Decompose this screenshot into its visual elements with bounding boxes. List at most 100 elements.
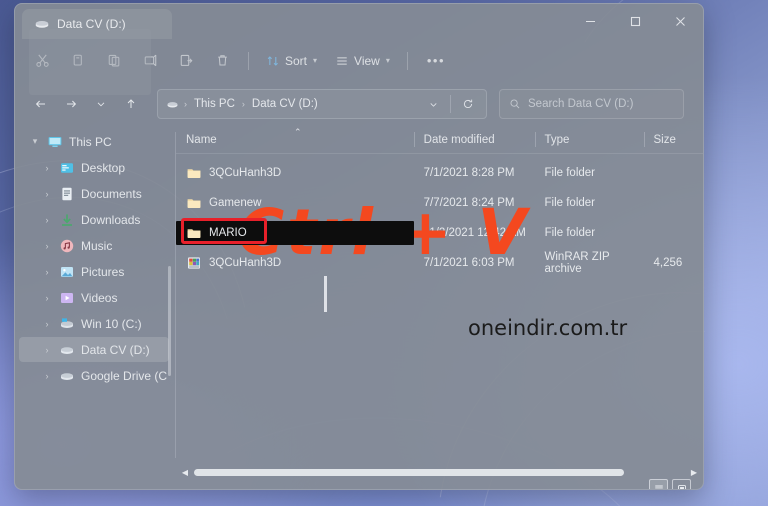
sidebar-item-label: Downloads bbox=[81, 212, 141, 227]
chevron-right-icon[interactable]: › bbox=[41, 345, 53, 355]
file-name: MARIO bbox=[209, 227, 247, 239]
delete-icon[interactable] bbox=[205, 46, 239, 76]
recent-locations-chevron-down-icon[interactable] bbox=[87, 90, 115, 118]
videos-icon bbox=[59, 290, 75, 306]
column-label: Date modified bbox=[423, 133, 495, 146]
chevron-right-icon[interactable]: › bbox=[41, 163, 53, 173]
chevron-right-icon[interactable]: › bbox=[41, 371, 53, 381]
chevron-right-icon[interactable]: › bbox=[41, 241, 53, 251]
toolbar-divider bbox=[406, 51, 408, 70]
more-options-button[interactable]: ••• bbox=[417, 53, 455, 68]
chevron-down-icon[interactable]: ▾ bbox=[29, 136, 41, 147]
up-arrow-icon[interactable] bbox=[117, 90, 145, 118]
paste-icon[interactable] bbox=[97, 46, 131, 76]
pc-icon bbox=[47, 134, 63, 150]
sidebar-item-data-cv-d[interactable]: › Data CV (D:) bbox=[19, 337, 169, 362]
sidebar-item-win-10-c[interactable]: › Win 10 (C:) bbox=[19, 311, 169, 336]
table-row[interactable]: 3QCuHanh3D 7/1/2021 8:28 PM File folder bbox=[176, 158, 703, 188]
column-header-size[interactable]: Size bbox=[643, 126, 703, 153]
watermark-text: oneindir.com.tr bbox=[468, 316, 628, 340]
documents-icon bbox=[59, 186, 75, 202]
column-header-date-modified[interactable]: Date modified bbox=[413, 126, 535, 153]
folder-icon bbox=[186, 225, 202, 241]
main-area: ▾ This PC › Desktop › Documents › Downlo… bbox=[15, 126, 703, 482]
breadcrumb-item-this-pc[interactable]: This PC bbox=[190, 98, 239, 110]
chevron-right-icon[interactable]: › bbox=[41, 215, 53, 225]
close-icon[interactable] bbox=[658, 4, 703, 38]
command-bar: Sort ▾ View ▾ ••• bbox=[15, 39, 703, 82]
sidebar-scrollbar[interactable] bbox=[168, 266, 171, 376]
archive-icon bbox=[186, 255, 202, 271]
view-toggle-group bbox=[649, 479, 691, 489]
large-icons-view-icon[interactable] bbox=[672, 479, 691, 489]
folder-icon bbox=[186, 165, 202, 181]
sidebar-item-pictures[interactable]: › Pictures bbox=[19, 259, 169, 284]
sidebar-item-downloads[interactable]: › Downloads bbox=[19, 207, 169, 232]
explorer-tab[interactable]: Data CV (D:) bbox=[22, 9, 172, 39]
status-divider bbox=[74, 488, 76, 489]
folder-icon bbox=[186, 195, 202, 211]
copy-icon[interactable] bbox=[61, 46, 95, 76]
back-arrow-icon[interactable] bbox=[27, 90, 55, 118]
search-input[interactable]: Search Data CV (D:) bbox=[499, 89, 684, 119]
cut-icon[interactable] bbox=[25, 46, 59, 76]
file-type-cell: File folder bbox=[544, 227, 596, 239]
refresh-icon[interactable] bbox=[456, 91, 480, 117]
toolbar-divider bbox=[248, 51, 249, 70]
breadcrumb-item-data-cv[interactable]: Data CV (D:) bbox=[248, 98, 322, 110]
downloads-icon bbox=[59, 212, 75, 228]
column-header-type[interactable]: Type bbox=[534, 126, 644, 153]
sidebar-item-this-pc[interactable]: ▾ This PC bbox=[19, 129, 169, 154]
sidebar-item-music[interactable]: › Music bbox=[19, 233, 169, 258]
scrollbar-thumb[interactable] bbox=[194, 469, 624, 476]
sidebar-item-label: This PC bbox=[69, 134, 112, 149]
text-caret bbox=[324, 276, 327, 312]
column-headers: Name ⌃ Date modified Type Size bbox=[176, 126, 703, 154]
file-name-cell: MARIO bbox=[176, 221, 414, 245]
chevron-right-icon[interactable]: › bbox=[41, 267, 53, 277]
minimize-icon[interactable] bbox=[568, 4, 613, 38]
chevron-right-icon[interactable]: › bbox=[41, 189, 53, 199]
window-controls bbox=[568, 4, 703, 38]
view-label: View bbox=[354, 53, 380, 68]
breadcrumb-separator: › bbox=[184, 99, 187, 109]
file-type-cell: File folder bbox=[544, 197, 596, 209]
horizontal-scrollbar[interactable]: ◀ ▶ bbox=[176, 464, 703, 480]
navigation-pane: ▾ This PC › Desktop › Documents › Downlo… bbox=[15, 126, 175, 482]
drive-icon bbox=[59, 342, 75, 358]
desktop-icon bbox=[59, 160, 75, 176]
sidebar-item-desktop[interactable]: › Desktop bbox=[19, 155, 169, 180]
file-date-cell: 7/1/2021 8:28 PM bbox=[423, 167, 515, 179]
address-bar[interactable]: › This PC › Data CV (D:) bbox=[157, 89, 487, 119]
sort-button[interactable]: Sort ▾ bbox=[258, 46, 325, 76]
navigation-bar: › This PC › Data CV (D:) Search Data CV … bbox=[15, 82, 703, 126]
sidebar-item-documents[interactable]: › Documents bbox=[19, 181, 169, 206]
sidebar-item-google-drive[interactable]: › Google Drive (C bbox=[19, 363, 169, 388]
chevron-right-icon[interactable]: › bbox=[41, 319, 53, 329]
address-chevron-down-icon[interactable] bbox=[421, 91, 445, 117]
column-label: Size bbox=[653, 133, 676, 146]
item-count-label: 4 items bbox=[27, 489, 62, 490]
column-header-name[interactable]: Name ⌃ bbox=[176, 126, 414, 153]
status-bar: 4 items bbox=[15, 479, 703, 490]
sort-ascending-caret-icon: ⌃ bbox=[294, 127, 302, 137]
drive-icon bbox=[34, 16, 50, 32]
file-list-pane: Name ⌃ Date modified Type Size 3QCuHanh3… bbox=[176, 126, 703, 482]
rename-icon[interactable] bbox=[133, 46, 167, 76]
search-icon bbox=[509, 98, 521, 110]
chevron-right-icon[interactable]: › bbox=[41, 293, 53, 303]
share-icon[interactable] bbox=[169, 46, 203, 76]
scroll-right-arrow-icon[interactable]: ▶ bbox=[687, 468, 701, 477]
sidebar-item-videos[interactable]: › Videos bbox=[19, 285, 169, 310]
os-drive-icon bbox=[59, 316, 75, 332]
scroll-left-arrow-icon[interactable]: ◀ bbox=[178, 468, 192, 477]
details-view-icon[interactable] bbox=[649, 479, 668, 489]
forward-arrow-icon[interactable] bbox=[57, 90, 85, 118]
maximize-icon[interactable] bbox=[613, 4, 658, 38]
view-button[interactable]: View ▾ bbox=[327, 46, 398, 76]
column-label: Name bbox=[186, 133, 217, 146]
breadcrumb-separator: › bbox=[241, 99, 245, 109]
scrollbar-track[interactable] bbox=[192, 465, 687, 479]
sidebar-item-label: Google Drive (C bbox=[81, 368, 168, 383]
search-placeholder: Search Data CV (D:) bbox=[528, 98, 634, 110]
